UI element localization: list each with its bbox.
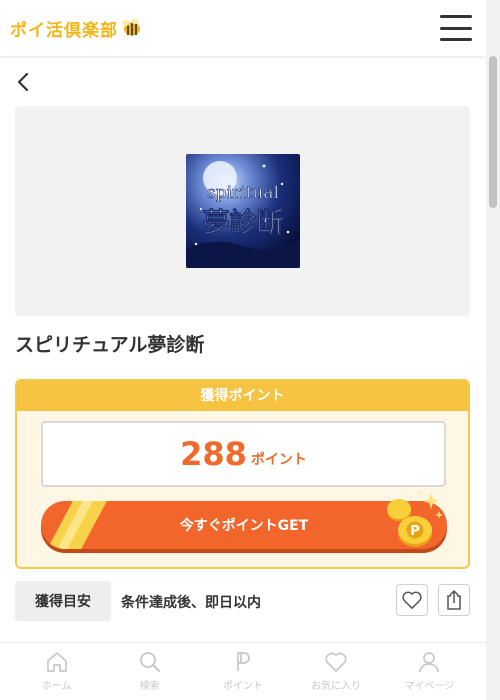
search-icon: [139, 652, 160, 672]
tab-home[interactable]: ホーム: [17, 651, 97, 692]
tab-label: ポイント: [222, 681, 263, 692]
tab-favorites[interactable]: お気に入り: [296, 651, 376, 692]
thumbnail-text-en: spiritual: [207, 183, 279, 203]
favorite-button[interactable]: [396, 584, 428, 616]
thumbnail-text-ja: 夢診断: [203, 207, 284, 239]
tab-search[interactable]: 検索: [110, 651, 190, 692]
hamburger-menu-icon[interactable]: [440, 15, 472, 41]
scrollbar[interactable]: [486, 0, 500, 700]
menu-bar: [440, 26, 472, 30]
back-button[interactable]: [14, 70, 34, 94]
coins-icon: P: [387, 489, 443, 547]
point-value-box: 288 ポイント: [41, 421, 446, 487]
scrollbar-thumb[interactable]: [489, 56, 497, 208]
site-logo[interactable]: ポイ活倶楽部: [10, 16, 142, 41]
point-value: 288: [180, 435, 247, 473]
share-button[interactable]: [438, 584, 470, 616]
tab-label: マイページ: [404, 681, 455, 692]
tab-point[interactable]: ポイント: [203, 651, 283, 692]
tab-mypage[interactable]: マイページ: [389, 651, 469, 692]
eta-label: 獲得目安: [15, 581, 111, 621]
eta-value: 条件達成後、即日以内: [121, 595, 261, 611]
chevron-left-icon: [17, 72, 29, 92]
menu-bar: [440, 38, 472, 41]
bottom-tab-bar: ホーム 検索 ポイント お気に入り マイページ: [0, 642, 486, 700]
logo-text: ポイ活倶楽部: [10, 20, 118, 41]
point-panel: 獲得ポイント 288 ポイント 今すぐポイントGET P: [15, 379, 470, 569]
tab-label: ホーム: [41, 681, 72, 692]
point-unit: ポイント: [250, 452, 307, 468]
heart-icon: [402, 591, 422, 609]
app-header: ポイ活倶楽部: [0, 0, 486, 56]
svg-text:P: P: [410, 524, 420, 539]
point-icon: [237, 652, 250, 671]
offer-thumbnail: spiritual 夢診断: [186, 154, 300, 268]
bee-icon: [120, 18, 142, 38]
share-icon: [447, 590, 461, 610]
tab-label: お気に入り: [311, 681, 362, 692]
user-icon: [419, 652, 440, 673]
offer-image-area: spiritual 夢診断: [15, 106, 470, 316]
get-points-button-label: 今すぐポイントGET: [179, 518, 309, 534]
heart-icon: [325, 652, 347, 672]
offer-title: スピリチュアル夢診断: [15, 334, 205, 356]
menu-bar: [440, 15, 472, 18]
tab-label: 検索: [139, 681, 160, 692]
point-panel-header: 獲得ポイント: [17, 381, 468, 411]
home-icon: [46, 652, 67, 672]
